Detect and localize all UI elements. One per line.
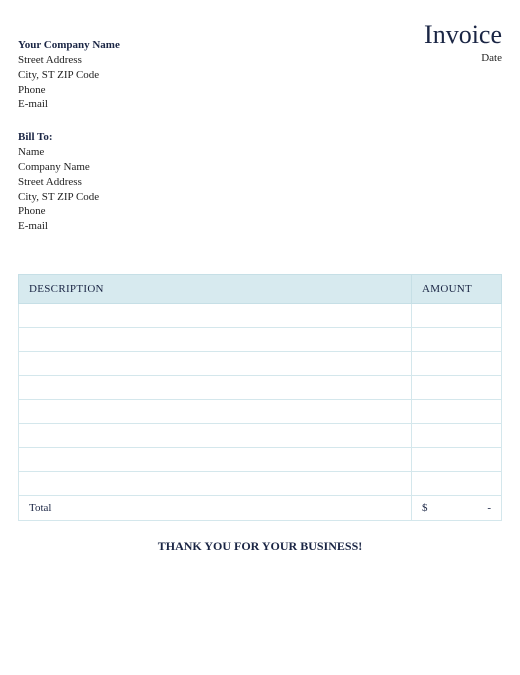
- amount-cell[interactable]: [412, 448, 502, 472]
- table-row: [19, 352, 502, 376]
- description-cell[interactable]: [19, 448, 412, 472]
- invoice-title: Invoice: [424, 20, 502, 50]
- company-block: Your Company Name Street Address City, S…: [18, 20, 424, 112]
- table-row: [19, 472, 502, 496]
- bill-to-company: Company Name: [18, 160, 502, 175]
- description-header: DESCRIPTION: [19, 275, 412, 304]
- company-email: E-mail: [18, 97, 424, 112]
- table-row: [19, 400, 502, 424]
- amount-cell[interactable]: [412, 352, 502, 376]
- description-cell[interactable]: [19, 472, 412, 496]
- invoice-table: DESCRIPTION AMOUNT Total $ -: [18, 274, 502, 521]
- bill-to-block: Bill To: Name Company Name Street Addres…: [18, 130, 502, 234]
- company-street: Street Address: [18, 53, 424, 68]
- description-cell[interactable]: [19, 400, 412, 424]
- description-cell[interactable]: [19, 424, 412, 448]
- company-name-label: Your Company Name: [18, 38, 424, 53]
- company-phone: Phone: [18, 83, 424, 98]
- amount-cell[interactable]: [412, 304, 502, 328]
- thank-you-message: THANK YOU FOR YOUR BUSINESS!: [18, 539, 502, 554]
- table-row: [19, 304, 502, 328]
- bill-to-label: Bill To:: [18, 130, 502, 145]
- description-cell[interactable]: [19, 304, 412, 328]
- amount-header: AMOUNT: [412, 275, 502, 304]
- amount-cell[interactable]: [412, 424, 502, 448]
- table-row: [19, 328, 502, 352]
- amount-cell[interactable]: [412, 328, 502, 352]
- header: Your Company Name Street Address City, S…: [18, 20, 502, 112]
- company-city: City, ST ZIP Code: [18, 68, 424, 83]
- table-header-row: DESCRIPTION AMOUNT: [19, 275, 502, 304]
- total-value: -: [487, 502, 491, 514]
- bill-to-city: City, ST ZIP Code: [18, 190, 502, 205]
- amount-cell[interactable]: [412, 472, 502, 496]
- total-currency: $: [422, 502, 428, 514]
- table-body: [19, 304, 502, 496]
- description-cell[interactable]: [19, 376, 412, 400]
- bill-to-name: Name: [18, 145, 502, 160]
- title-block: Invoice Date: [424, 20, 502, 64]
- description-cell[interactable]: [19, 352, 412, 376]
- amount-cell[interactable]: [412, 376, 502, 400]
- table-row: [19, 448, 502, 472]
- date-label: Date: [424, 52, 502, 64]
- total-label: Total: [19, 496, 412, 521]
- table-row: [19, 424, 502, 448]
- bill-to-email: E-mail: [18, 219, 502, 234]
- bill-to-phone: Phone: [18, 204, 502, 219]
- description-cell[interactable]: [19, 328, 412, 352]
- bill-to-street: Street Address: [18, 175, 502, 190]
- total-row: Total $ -: [19, 496, 502, 521]
- amount-cell[interactable]: [412, 400, 502, 424]
- total-amount: $ -: [412, 496, 502, 521]
- table-row: [19, 376, 502, 400]
